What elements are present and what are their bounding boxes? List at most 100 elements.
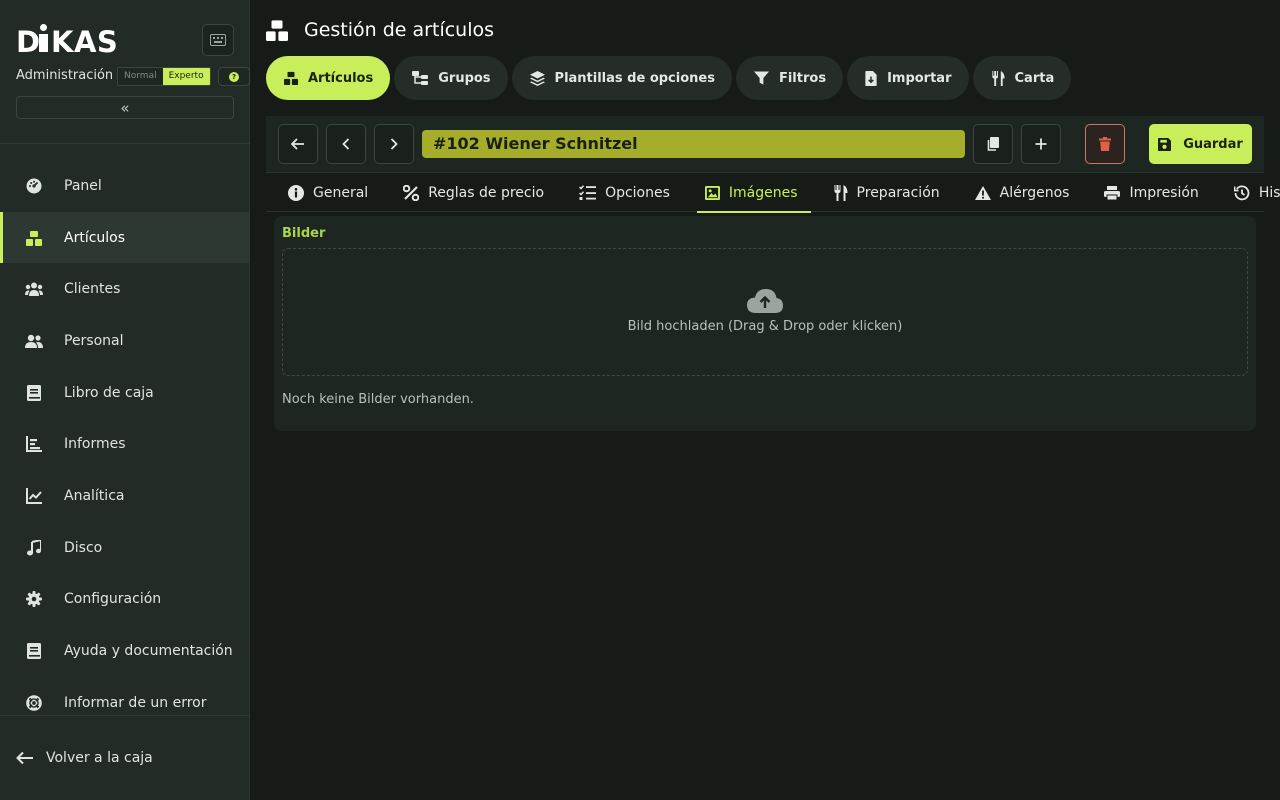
tab-plantillas-de-opciones[interactable]: Plantillas de opciones bbox=[511, 56, 732, 100]
empty-state-text: Noch keine Bilder vorhanden. bbox=[282, 392, 474, 407]
tab-label: General bbox=[313, 184, 369, 201]
line-chart-icon bbox=[24, 486, 44, 506]
info-icon bbox=[288, 184, 304, 201]
brand-logo[interactable]: D KAS bbox=[16, 24, 122, 65]
people-group-icon bbox=[24, 279, 44, 299]
tab-imagenes[interactable]: Imágenes bbox=[683, 173, 811, 213]
tab-articulos[interactable]: Artículos bbox=[266, 56, 391, 100]
keyboard-icon bbox=[210, 34, 226, 46]
next-article-button[interactable] bbox=[374, 124, 414, 164]
save-label: Guardar bbox=[1183, 136, 1243, 152]
page-title: Gestión de artículos bbox=[266, 16, 494, 44]
save-button[interactable]: Guardar bbox=[1149, 124, 1252, 164]
sidebar-item-personal[interactable]: Personal bbox=[0, 315, 250, 367]
file-import-icon bbox=[865, 70, 877, 86]
tab-preparacion[interactable]: Preparación bbox=[811, 173, 953, 212]
sidebar-item-label: Informes bbox=[64, 436, 126, 453]
tab-filtros[interactable]: Filtros bbox=[735, 56, 844, 100]
divider bbox=[0, 715, 250, 716]
dashboard-icon bbox=[24, 176, 44, 196]
lifebuoy-icon bbox=[24, 693, 44, 713]
cubes-icon bbox=[284, 71, 298, 85]
sidebar-item-articulos[interactable]: Artículos bbox=[0, 211, 250, 264]
plus-icon bbox=[1035, 138, 1047, 150]
sidebar-item-label: Personal bbox=[64, 332, 124, 349]
sidebar-item-informes[interactable]: Informes bbox=[0, 418, 250, 470]
trash-icon bbox=[1099, 137, 1111, 151]
sidebar-item-ayuda[interactable]: Ayuda y documentación bbox=[0, 625, 250, 677]
back-button[interactable] bbox=[278, 124, 318, 164]
page-title-text: Gestión de artículos bbox=[304, 19, 495, 41]
collapse-sidebar-button[interactable]: « bbox=[16, 96, 234, 119]
tab-impresion[interactable]: Impresión bbox=[1082, 173, 1211, 212]
image-upload-dropzone[interactable]: Bild hochladen (Drag & Drop oder klicken… bbox=[282, 248, 1248, 376]
tab-label: Artículos bbox=[308, 70, 374, 86]
bar-chart-icon bbox=[24, 434, 44, 454]
tab-opciones[interactable]: Opciones bbox=[557, 173, 683, 212]
sidebar-item-configuracion[interactable]: Configuración bbox=[0, 574, 250, 626]
percent-icon bbox=[403, 184, 420, 201]
sidebar-item-label: Analítica bbox=[64, 487, 125, 504]
tab-label: Alérgenos bbox=[999, 184, 1070, 201]
help-button[interactable]: ? bbox=[218, 67, 250, 86]
tab-carta[interactable]: Carta bbox=[972, 56, 1072, 100]
tab-label: Filtros bbox=[778, 70, 827, 86]
sidebar-item-label: Panel bbox=[64, 177, 102, 194]
book-icon bbox=[24, 383, 44, 403]
cubes-icon bbox=[266, 19, 288, 41]
tree-icon bbox=[412, 71, 429, 85]
delete-button[interactable] bbox=[1085, 124, 1125, 164]
copy-icon bbox=[987, 137, 999, 151]
sidebar-item-label: Ayuda y documentación bbox=[64, 643, 233, 660]
tab-label: Importar bbox=[887, 70, 952, 86]
sidebar-item-clientes[interactable]: Clientes bbox=[0, 263, 250, 315]
double-chevron-left-icon: « bbox=[120, 98, 130, 117]
tab-label: Carta bbox=[1014, 70, 1055, 86]
upload-instructions: Bild hochladen (Drag & Drop oder klicken… bbox=[627, 318, 903, 334]
add-article-button[interactable] bbox=[1021, 124, 1061, 164]
sidebar-item-label: Configuración bbox=[64, 591, 162, 608]
images-panel: Bilder Bild hochladen (Drag & Drop oder … bbox=[274, 216, 1256, 431]
mode-normal-option[interactable]: Normal bbox=[118, 68, 163, 85]
sidebar-nav: Panel Artículos Clientes Personal Libro … bbox=[0, 160, 250, 729]
article-name-field[interactable]: #102 Wiener Schnitzel bbox=[422, 130, 965, 158]
tab-reglas-de-precio[interactable]: Reglas de precio bbox=[381, 173, 557, 212]
arrow-left-icon bbox=[291, 138, 304, 150]
tab-label: Historial bbox=[1258, 184, 1280, 201]
tab-general[interactable]: General bbox=[266, 173, 381, 212]
sidebar-item-label: Disco bbox=[64, 539, 103, 556]
panel-title: Bilder bbox=[282, 226, 326, 241]
sidebar-item-disco[interactable]: Disco bbox=[0, 522, 250, 574]
back-link-label: Volver a la caja bbox=[46, 750, 153, 766]
sidebar-item-libro-de-caja[interactable]: Libro de caja bbox=[0, 367, 250, 419]
utensils-icon bbox=[991, 70, 1005, 86]
mode-toggle[interactable]: Normal Experto bbox=[117, 67, 211, 86]
svg-text:D: D bbox=[16, 25, 41, 56]
tab-importar[interactable]: Importar bbox=[847, 56, 969, 100]
back-to-register-link[interactable]: Volver a la caja bbox=[16, 750, 153, 766]
question-icon: ? bbox=[229, 71, 239, 82]
music-icon bbox=[24, 538, 44, 558]
sidebar-item-label: Clientes bbox=[64, 281, 121, 298]
mode-expert-option[interactable]: Experto bbox=[162, 68, 210, 85]
tab-label: Imágenes bbox=[728, 184, 798, 201]
cubes-icon bbox=[24, 228, 44, 248]
list-check-icon bbox=[579, 185, 597, 200]
tab-alergenos[interactable]: Alérgenos bbox=[953, 173, 1083, 212]
sidebar-item-analitica[interactable]: Analítica bbox=[0, 470, 250, 522]
previous-article-button[interactable] bbox=[326, 124, 366, 164]
tab-label: Preparación bbox=[856, 184, 940, 201]
arrow-left-icon bbox=[16, 751, 34, 765]
duplicate-button[interactable] bbox=[973, 124, 1013, 164]
utensils-icon bbox=[833, 184, 848, 201]
tab-label: Impresión bbox=[1129, 184, 1199, 201]
dikas-logo: D KAS bbox=[16, 24, 118, 59]
keyboard-shortcuts-button[interactable] bbox=[202, 24, 234, 56]
tab-grupos[interactable]: Grupos bbox=[394, 56, 508, 100]
sidebar-item-informar-error[interactable]: Informar de un error bbox=[0, 677, 250, 729]
tab-historial[interactable]: Historial bbox=[1212, 173, 1280, 212]
chevron-right-icon bbox=[390, 138, 398, 150]
sidebar-item-panel[interactable]: Panel bbox=[0, 160, 250, 212]
warning-icon bbox=[974, 185, 991, 200]
people-icon bbox=[24, 331, 44, 351]
